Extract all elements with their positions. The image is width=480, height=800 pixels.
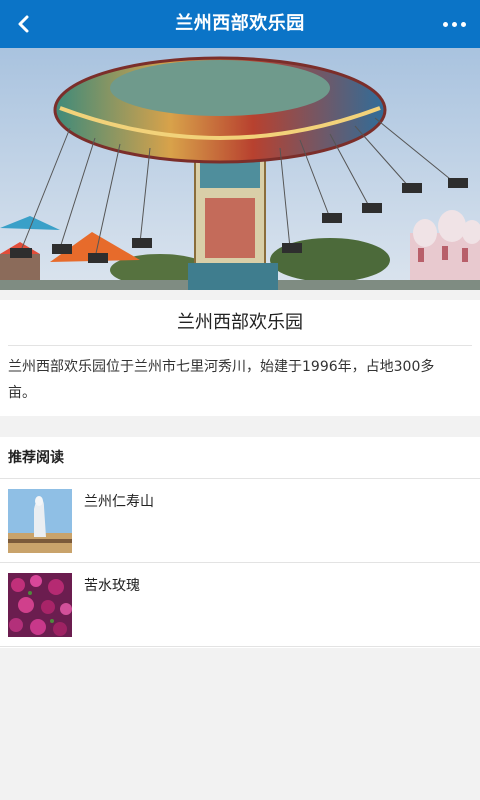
article-description: 兰州西部欢乐园位于兰州市七里河秀川，始建于1996年，占地300多亩。 xyxy=(8,359,435,401)
recommend-section: 推荐阅读 兰州仁寿山 苦水玫瑰 xyxy=(0,437,480,648)
chevron-left-icon xyxy=(18,15,29,33)
top-bar: 兰州西部欢乐园 xyxy=(0,0,480,48)
page-title: 兰州西部欢乐园 xyxy=(175,13,305,34)
recommend-title: 推荐阅读 xyxy=(0,437,480,479)
intro-card: 兰州西部欢乐园 兰州西部欢乐园位于兰州市七里河秀川，始建于1996年，占地300… xyxy=(0,300,480,416)
article-title: 兰州西部欢乐园 xyxy=(8,300,472,346)
statue-photo xyxy=(8,489,72,553)
more-dots-icon xyxy=(442,21,448,27)
roses-photo xyxy=(8,573,72,637)
hero-image xyxy=(0,48,480,290)
back-button[interactable] xyxy=(8,8,40,40)
item-thumbnail xyxy=(8,573,72,637)
more-button[interactable] xyxy=(436,8,472,40)
item-label: 苦水玫瑰 xyxy=(84,578,140,594)
item-thumbnail xyxy=(8,489,72,553)
item-label: 兰州仁寿山 xyxy=(84,494,154,510)
list-item[interactable]: 苦水玫瑰 xyxy=(0,563,480,647)
more-dot xyxy=(460,21,466,27)
list-item[interactable]: 兰州仁寿山 xyxy=(0,479,480,563)
more-dot xyxy=(451,21,457,27)
swing-ride-photo xyxy=(0,48,480,290)
